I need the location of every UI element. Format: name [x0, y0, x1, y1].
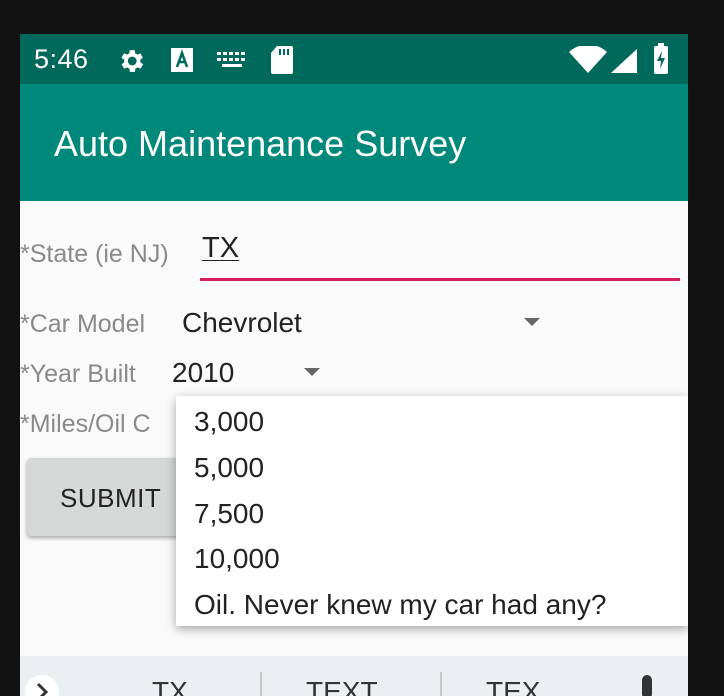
year-built-label: *Year Built: [20, 360, 136, 388]
dropdown-option[interactable]: 5,000: [194, 452, 264, 484]
car-model-label: *Car Model: [20, 310, 146, 338]
year-built-dropdown-arrow-icon: [304, 368, 320, 376]
car-model-value: Chevrolet: [182, 307, 302, 338]
dropdown-option[interactable]: 10,000: [194, 543, 280, 575]
state-input[interactable]: TX: [202, 232, 239, 265]
battery-icon: [654, 43, 668, 74]
status-time: 5:46: [34, 44, 89, 74]
state-label: *State (ie NJ): [20, 240, 169, 268]
sd-card-icon: [271, 46, 293, 74]
state-input-underline: [200, 278, 680, 281]
phone-screen: 5:46 Auto Maintenance Survey *State (ie …: [20, 34, 688, 696]
keyboard-icon: [217, 52, 245, 67]
submit-button[interactable]: SUBMIT: [27, 458, 187, 536]
suggestion-divider: [260, 672, 262, 696]
dropdown-option[interactable]: 3,000: [194, 406, 264, 438]
miles-oil-label: *Miles/Oil C: [20, 410, 151, 438]
car-model-dropdown-arrow-icon: [524, 318, 540, 326]
suggestion-item[interactable]: TX: [152, 676, 188, 696]
a-keyboard-icon: [171, 48, 193, 72]
signal-icon: [611, 49, 637, 73]
suggestion-divider: [440, 672, 442, 696]
wifi-icon: [569, 46, 607, 73]
miles-oil-dropdown-menu: 3,000 5,000 7,500 10,000 Oil. Never knew…: [176, 396, 688, 626]
dropdown-option[interactable]: 7,500: [194, 498, 264, 530]
app-title: Auto Maintenance Survey: [54, 123, 467, 164]
expand-chevron-icon[interactable]: [24, 674, 60, 696]
suggestion-item[interactable]: TEX: [486, 676, 540, 696]
suggestion-item[interactable]: TEXT: [306, 676, 378, 696]
gear-icon: [121, 50, 144, 72]
app-bar: Auto Maintenance Survey: [20, 84, 688, 201]
keyboard-suggestion-strip: TX TEXT TEX: [20, 656, 688, 696]
year-built-value: 2010: [172, 357, 235, 388]
status-bar: 5:46: [20, 34, 688, 84]
submit-button-label: SUBMIT: [60, 483, 162, 513]
dropdown-option[interactable]: Oil. Never knew my car had any?: [194, 589, 606, 621]
microphone-icon[interactable]: [638, 674, 656, 696]
